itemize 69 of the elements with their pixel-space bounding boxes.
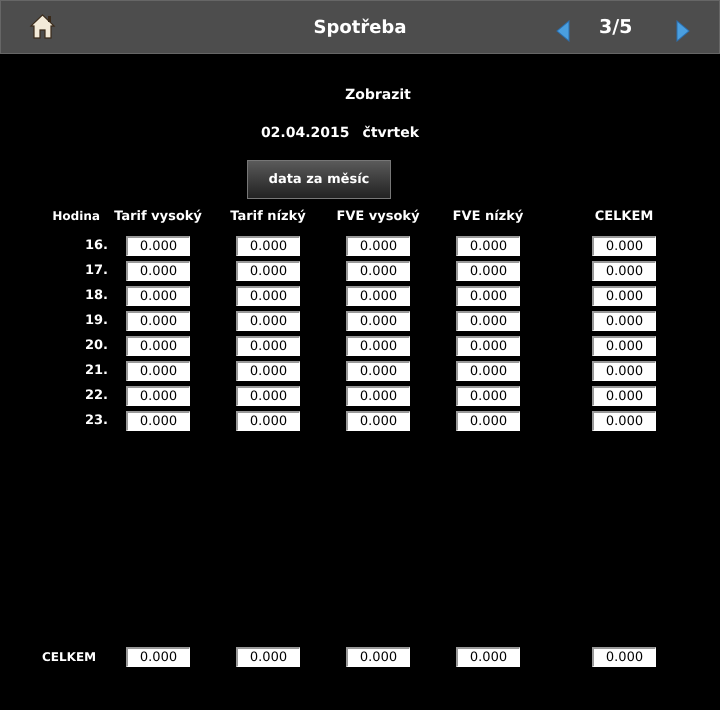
value-field[interactable]: 0.000: [592, 286, 656, 306]
value-field[interactable]: 0.000: [456, 410, 520, 430]
value-field[interactable]: 0.000: [592, 410, 656, 430]
value-field[interactable]: 0.000: [126, 310, 190, 330]
value-field[interactable]: 0.000: [236, 286, 300, 306]
column-header: FVE nízký: [452, 208, 524, 226]
hour-label: 18.: [84, 286, 108, 305]
value-field[interactable]: 0.000: [592, 360, 656, 380]
value-field[interactable]: 0.000: [456, 646, 520, 666]
value-field[interactable]: 0.000: [456, 386, 520, 406]
value-field[interactable]: 0.000: [592, 236, 656, 256]
value-field[interactable]: 0.000: [126, 336, 190, 356]
value-field[interactable]: 0.000: [456, 260, 520, 280]
total-label: CELKEM: [42, 648, 96, 666]
value-field[interactable]: 0.000: [126, 386, 190, 406]
value-field[interactable]: 0.000: [126, 260, 190, 280]
value-field[interactable]: 0.000: [456, 310, 520, 330]
hour-label: 16.: [84, 236, 108, 255]
value-field[interactable]: 0.000: [456, 360, 520, 380]
value-field[interactable]: 0.000: [346, 386, 410, 406]
column-header: Tarif nízký: [230, 208, 306, 226]
value-field[interactable]: 0.000: [346, 260, 410, 280]
hour-label: 17.: [84, 262, 108, 280]
home-icon[interactable]: [29, 13, 56, 39]
show-label: Zobrazit: [345, 86, 411, 105]
value-field[interactable]: 0.000: [592, 646, 656, 666]
value-field[interactable]: 0.000: [592, 336, 656, 356]
value-field[interactable]: 0.000: [346, 336, 410, 356]
page-title: Spotřeba: [314, 16, 406, 40]
column-header: CELKEM: [594, 208, 654, 226]
value-field[interactable]: 0.000: [126, 360, 190, 380]
value-field[interactable]: 0.000: [346, 646, 410, 666]
value-field[interactable]: 0.000: [126, 286, 190, 306]
hour-label: 19.: [84, 312, 108, 330]
date-text: 02.04.2015: [260, 124, 350, 143]
value-field[interactable]: 0.000: [126, 236, 190, 256]
value-field[interactable]: 0.000: [236, 646, 300, 666]
month-data-button[interactable]: data za měsíc: [247, 160, 391, 199]
hour-label: 21.: [84, 362, 108, 380]
value-field[interactable]: 0.000: [236, 360, 300, 380]
next-arrow-icon[interactable]: [676, 20, 690, 42]
value-field[interactable]: 0.000: [456, 336, 520, 356]
value-field[interactable]: 0.000: [126, 646, 190, 666]
value-field[interactable]: 0.000: [456, 236, 520, 256]
value-field[interactable]: 0.000: [346, 236, 410, 256]
value-field[interactable]: 0.000: [236, 410, 300, 430]
value-field[interactable]: 0.000: [236, 236, 300, 256]
column-header: Tarif vysoký: [114, 208, 202, 226]
hour-label: 20.: [84, 336, 108, 355]
page-counter: 3/5: [599, 14, 632, 40]
value-field[interactable]: 0.000: [346, 410, 410, 430]
value-field[interactable]: 0.000: [236, 260, 300, 280]
value-field[interactable]: 0.000: [346, 310, 410, 330]
column-header: Hodina: [52, 208, 100, 225]
previous-arrow-icon[interactable]: [556, 20, 570, 42]
weekday-text: čtvrtek: [362, 124, 420, 143]
value-field[interactable]: 0.000: [592, 310, 656, 330]
value-field[interactable]: 0.000: [236, 336, 300, 356]
value-field[interactable]: 0.000: [592, 386, 656, 406]
hour-label: 23.: [84, 412, 108, 430]
value-field[interactable]: 0.000: [236, 310, 300, 330]
value-field[interactable]: 0.000: [236, 386, 300, 406]
value-field[interactable]: 0.000: [346, 286, 410, 306]
value-field[interactable]: 0.000: [456, 286, 520, 306]
value-field[interactable]: 0.000: [346, 360, 410, 380]
value-field[interactable]: 0.000: [592, 260, 656, 280]
hour-label: 22.: [84, 386, 108, 405]
column-header: FVE vysoký: [336, 208, 420, 226]
value-field[interactable]: 0.000: [126, 410, 190, 430]
